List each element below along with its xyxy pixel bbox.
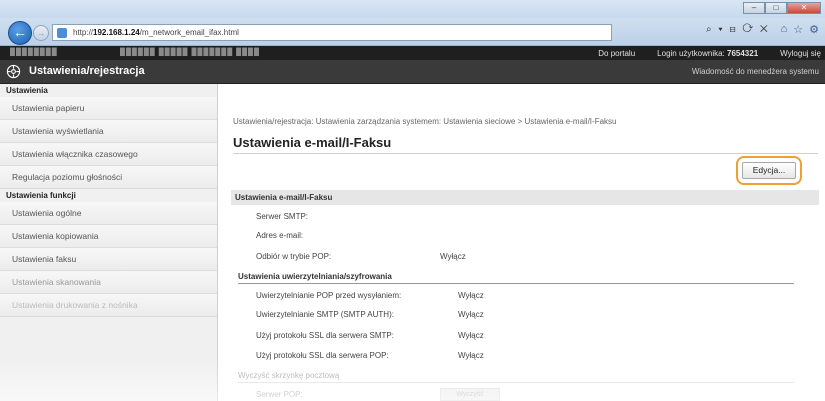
smtp-auth-value: Wyłącz (458, 310, 484, 319)
sidebar-item-fax[interactable]: Ustawienia faksu (0, 248, 217, 271)
pop-auth-label: Uwierzytelnianie POP przed wysyłaniem: (256, 291, 402, 300)
breadcrumb: Ustawienia/rejestracja: Ustawienia zarzą… (233, 117, 617, 126)
logout-link[interactable]: Wyloguj się (780, 49, 821, 58)
page-title: Ustawienia e-mail/I-Faksu (233, 135, 392, 150)
address-bar[interactable]: http://192.168.1.24/m_network_email_ifax… (52, 24, 612, 41)
pop-receive-label: Odbiór w trybie POP: (256, 252, 332, 261)
device-name-blurred: ████████ (10, 49, 58, 56)
app-title: Ustawienia/rejestracja (29, 65, 145, 77)
pop-receive-value: Wyłącz (440, 252, 466, 261)
email-address-label: Adres e-mail: (256, 231, 304, 240)
clear-mailbox-divider (238, 382, 794, 383)
sidebar-item-media-print[interactable]: Ustawienia drukowania z nośnika (0, 294, 217, 317)
sidebar-item-paper[interactable]: Ustawienia papieru (0, 97, 217, 120)
sidebar: Ustawienia Ustawienia papieru Ustawienia… (0, 84, 218, 401)
page-icon (57, 28, 67, 38)
pop-ssl-label: Użyj protokołu SSL dla serwera POP: (256, 351, 389, 360)
smtp-ssl-value: Wyłącz (458, 331, 484, 340)
pop-auth-value: Wyłącz (458, 291, 484, 300)
login-value: 7654321 (727, 48, 759, 58)
sidebar-section-settings: Ustawienia (6, 86, 48, 95)
topbar-right: Do portalu Login użytkownika: 7654321 Wy… (598, 46, 821, 60)
section-header: Ustawienia e-mail/I-Faksu (231, 190, 819, 205)
device-model-blurred: ██████ █████ ███████ ████ (120, 49, 260, 56)
smtp-server-label: Serwer SMTP: (256, 212, 309, 221)
sidebar-item-copy[interactable]: Ustawienia kopiowania (0, 225, 217, 248)
settings-flower-icon (6, 64, 21, 79)
browser-nav-icons: ⌂ ☆ ⚙ (781, 23, 819, 36)
url-prefix: http:// (73, 28, 94, 37)
sidebar-item-display[interactable]: Ustawienia wyświetlania (0, 120, 217, 143)
title-divider (233, 153, 818, 154)
gear-icon[interactable]: ⚙ (809, 23, 819, 36)
clear-mailbox-button[interactable]: Wyczyść (440, 388, 500, 401)
admin-message-link[interactable]: Wiadomość do menedżera systemu (692, 67, 819, 76)
pop-ssl-value: Wyłącz (458, 351, 484, 360)
smtp-ssl-label: Użyj protokołu SSL dla serwera SMTP: (256, 331, 394, 340)
edit-button[interactable]: Edycja... (742, 162, 796, 179)
login-label: Login użytkownika: (657, 48, 725, 58)
url-host: 192.168.1.24 (93, 28, 140, 37)
login-info: Login użytkownika: 7654321 (657, 49, 758, 58)
browser-titlebar: – □ ✕ (0, 0, 825, 18)
sidebar-section-functions: Ustawienia funkcji (6, 191, 76, 200)
sidebar-item-timer[interactable]: Ustawienia włącznika czasowego (0, 143, 217, 166)
smtp-auth-label: Uwierzytelnianie SMTP (SMTP AUTH): (256, 310, 394, 319)
sidebar-item-general[interactable]: Ustawienia ogólne (0, 202, 217, 225)
auth-section-title: Ustawienia uwierzytelniania/szyfrowania (238, 272, 392, 281)
auth-section-divider (238, 283, 794, 284)
clear-mailbox-title: Wyczyść skrzynkę pocztową (238, 371, 340, 380)
sidebar-item-volume[interactable]: Regulacja poziomu głośności (0, 166, 217, 189)
back-button[interactable]: ← (8, 21, 32, 45)
edit-button-highlight: Edycja... (736, 156, 802, 185)
forward-button[interactable]: → (33, 25, 49, 41)
maximize-button[interactable]: □ (765, 2, 787, 14)
star-icon[interactable]: ☆ (793, 23, 803, 36)
minimize-button[interactable]: – (743, 2, 765, 14)
close-window-button[interactable]: ✕ (787, 2, 821, 14)
pop-server-label: Serwer POP: (256, 390, 303, 399)
app-header: Ustawienia/rejestracja Wiadomość do mene… (0, 60, 825, 84)
main-content: Ustawienia/rejestracja: Ustawienia zarzą… (218, 84, 825, 401)
address-tools[interactable]: ⌕ ▾ ⊟ ⟳ ✕ (706, 24, 770, 35)
sidebar-item-scan[interactable]: Ustawienia skanowania (0, 271, 217, 294)
url-path: /m_network_email_ifax.html (139, 28, 239, 37)
browser-toolbar: ← → http://192.168.1.24/m_network_email_… (0, 18, 825, 46)
home-icon[interactable]: ⌂ (781, 23, 788, 36)
app-topbar: ████████ ██████ █████ ███████ ████ Do po… (0, 46, 825, 60)
portal-link[interactable]: Do portalu (598, 49, 635, 58)
window-controls: – □ ✕ (743, 2, 821, 14)
